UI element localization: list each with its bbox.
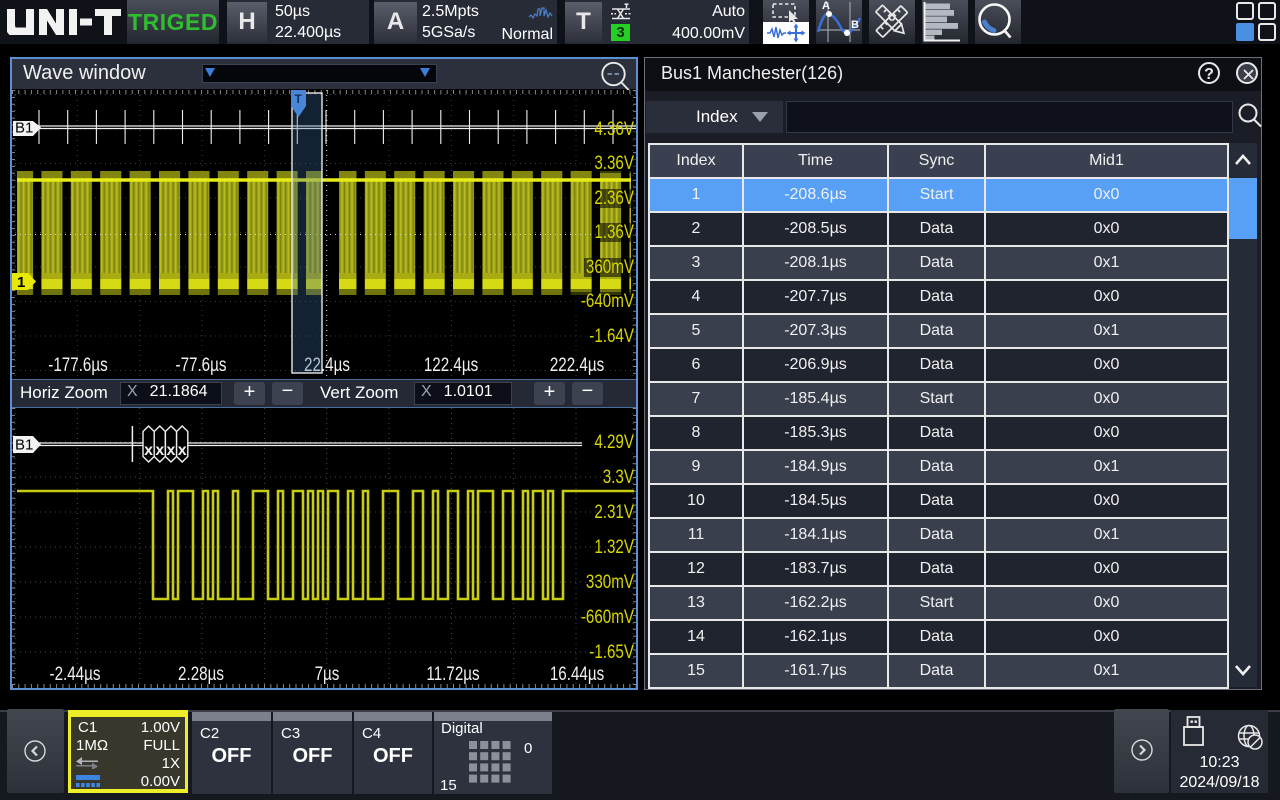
svg-text:7µs: 7µs xyxy=(315,662,340,684)
svg-text:11.72µs: 11.72µs xyxy=(426,662,479,684)
svg-text:-660mV: -660mV xyxy=(581,605,635,627)
svg-text:3.36V: 3.36V xyxy=(594,151,634,173)
svg-text:B: B xyxy=(851,19,859,31)
svg-text:2.31V: 2.31V xyxy=(594,500,634,522)
svg-text:x: x xyxy=(155,442,164,459)
svg-text:1.36V: 1.36V xyxy=(594,220,634,242)
svg-text:2.28µs: 2.28µs xyxy=(178,662,224,684)
svg-text:x: x xyxy=(178,442,187,459)
svg-text:4.29V: 4.29V xyxy=(594,430,634,452)
svg-text:222.4µs: 222.4µs xyxy=(550,353,604,375)
svg-text:-2.44µs: -2.44µs xyxy=(50,662,101,684)
svg-text:330mV: 330mV xyxy=(586,570,635,592)
svg-text:B1: B1 xyxy=(15,437,33,454)
svg-text:B1: B1 xyxy=(15,120,33,137)
svg-text:3.3V: 3.3V xyxy=(603,465,635,487)
svg-text:A: A xyxy=(822,0,830,12)
svg-text:-77.6µs: -77.6µs xyxy=(176,353,227,375)
svg-text:-177.6µs: -177.6µs xyxy=(48,353,107,375)
svg-text:x: x xyxy=(167,442,176,459)
svg-text:360mV: 360mV xyxy=(586,255,635,277)
svg-text:x: x xyxy=(144,442,153,459)
svg-text:-640mV: -640mV xyxy=(581,289,635,311)
svg-text:16.44µs: 16.44µs xyxy=(550,662,604,684)
svg-text:1.32V: 1.32V xyxy=(594,535,634,557)
svg-text:2.36V: 2.36V xyxy=(594,186,634,208)
svg-text:1: 1 xyxy=(17,274,25,291)
svg-text:-1.64V: -1.64V xyxy=(589,324,634,346)
svg-text:122.4µs: 122.4µs xyxy=(424,353,478,375)
svg-text:4.36V: 4.36V xyxy=(594,117,634,139)
svg-text:T: T xyxy=(295,92,303,106)
svg-text:-1.65V: -1.65V xyxy=(589,640,634,662)
